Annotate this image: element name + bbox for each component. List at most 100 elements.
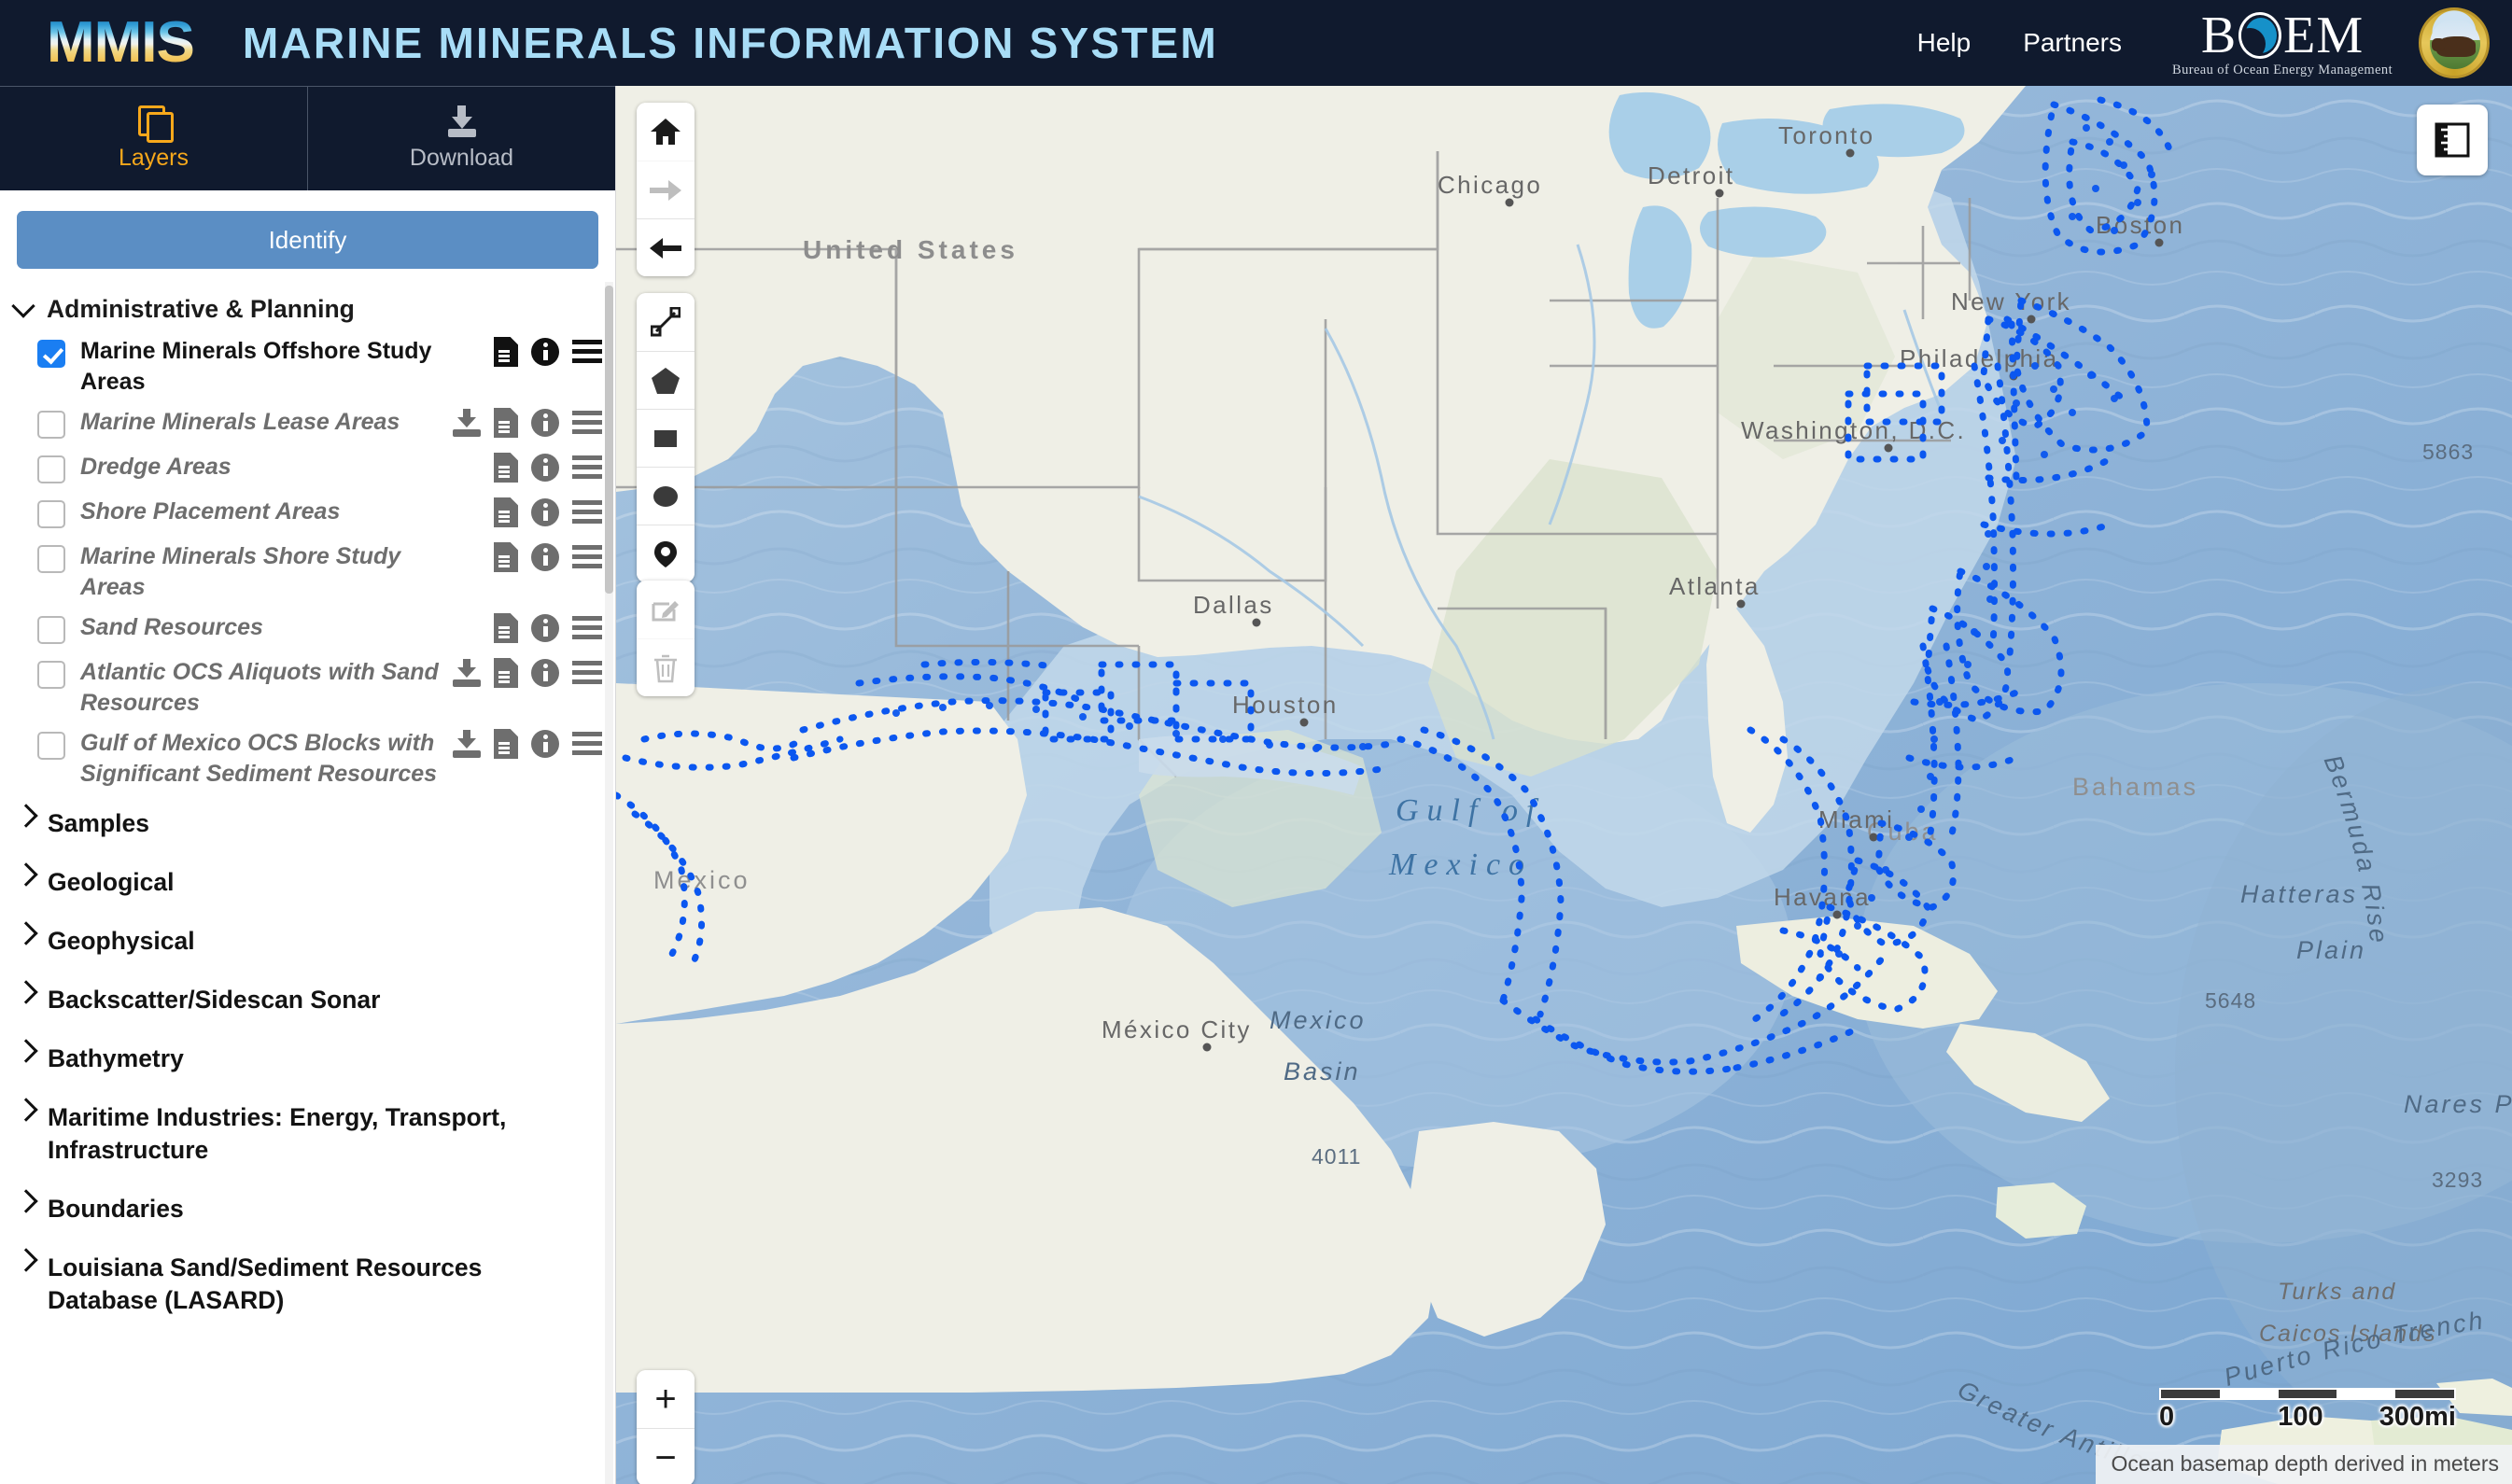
map-label-depth: 5648 bbox=[2205, 988, 2256, 1013]
info-icon[interactable] bbox=[531, 614, 559, 642]
layer-row: Dredge Areas bbox=[0, 447, 615, 492]
arrow-left-icon[interactable] bbox=[637, 218, 695, 276]
left-sidebar: Layers Download Identify Administrative … bbox=[0, 86, 616, 1484]
home-icon[interactable] bbox=[637, 103, 695, 161]
layer-checkbox[interactable] bbox=[37, 340, 65, 368]
info-icon[interactable] bbox=[531, 730, 559, 758]
map-label-city: Detroit bbox=[1648, 161, 1734, 189]
trash-icon[interactable] bbox=[637, 638, 695, 696]
boem-logo[interactable]: B E M Bureau of Ocean Energy Management bbox=[2172, 9, 2393, 77]
category-label: Geological bbox=[48, 867, 175, 896]
layer-row: Shore Placement Areas bbox=[0, 492, 615, 537]
map-label-city: Atlanta bbox=[1669, 572, 1761, 600]
group-administrative-planning[interactable]: Administrative & Planning bbox=[0, 287, 615, 331]
sidebar-category-geophysical[interactable]: Geophysical bbox=[0, 912, 615, 971]
map-label-country: Bahamas bbox=[2072, 773, 2198, 801]
map-attribution: Ocean basemap depth derived in meters bbox=[2096, 1445, 2512, 1484]
zoom-out-label: − bbox=[654, 1436, 677, 1478]
metadata-document-icon[interactable] bbox=[494, 729, 518, 759]
scalebar-label-2: 300mi bbox=[2379, 1402, 2456, 1432]
info-icon[interactable] bbox=[531, 454, 559, 482]
category-label: Maritime Industries: Energy, Transport, … bbox=[48, 1102, 507, 1164]
point-marker-icon[interactable] bbox=[637, 525, 695, 582]
info-icon[interactable] bbox=[531, 543, 559, 571]
sidebar-category-louisiana-sand-sediment-resources-database-lasard[interactable]: Louisiana Sand/Sediment Resources Databa… bbox=[0, 1239, 615, 1330]
city-marker-dot bbox=[2154, 238, 2164, 247]
hamburger-menu-icon[interactable] bbox=[572, 616, 602, 640]
category-label: Backscatter/Sidescan Sonar bbox=[48, 985, 381, 1014]
arrow-right-icon[interactable] bbox=[637, 161, 695, 218]
sidebar-category-backscatter-sidescan-sonar[interactable]: Backscatter/Sidescan Sonar bbox=[0, 971, 615, 1029]
hamburger-menu-icon[interactable] bbox=[572, 732, 602, 756]
group-title: Administrative & Planning bbox=[47, 295, 355, 323]
layer-checkbox[interactable] bbox=[37, 732, 65, 760]
download-icon[interactable] bbox=[453, 409, 481, 437]
info-icon[interactable] bbox=[531, 338, 559, 366]
sidebar-category-samples[interactable]: Samples bbox=[0, 794, 615, 853]
sidebar-category-bathymetry[interactable]: Bathymetry bbox=[0, 1029, 615, 1088]
metadata-document-icon[interactable] bbox=[494, 497, 518, 527]
info-icon[interactable] bbox=[531, 498, 559, 526]
metadata-document-icon[interactable] bbox=[494, 453, 518, 483]
city-marker-dot bbox=[1884, 443, 1893, 453]
city-marker-dot bbox=[1832, 910, 1842, 919]
layer-checkbox[interactable] bbox=[37, 616, 65, 644]
city-marker-dot bbox=[1845, 148, 1855, 158]
metadata-document-icon[interactable] bbox=[494, 337, 518, 367]
map-label-seafloor: Mexico bbox=[1270, 1006, 1367, 1034]
map-label-water: Gulf of bbox=[1396, 793, 1543, 828]
zoom-in-button[interactable]: + bbox=[637, 1370, 695, 1428]
layer-checkbox[interactable] bbox=[37, 545, 65, 573]
layer-checkbox[interactable] bbox=[37, 661, 65, 689]
map-label-seafloor: Hatteras bbox=[2240, 880, 2358, 908]
partners-link[interactable]: Partners bbox=[1997, 28, 2148, 58]
rectangle-icon[interactable] bbox=[637, 409, 695, 467]
hamburger-menu-icon[interactable] bbox=[572, 661, 602, 685]
download-icon[interactable] bbox=[453, 730, 481, 758]
layer-checkbox[interactable] bbox=[37, 411, 65, 439]
metadata-document-icon[interactable] bbox=[494, 542, 518, 572]
chevron-right-icon bbox=[14, 980, 38, 1004]
boem-letter-m: M bbox=[2316, 6, 2365, 64]
polyline-icon[interactable] bbox=[637, 293, 695, 351]
category-label: Bathymetry bbox=[48, 1043, 184, 1072]
scalebar-track bbox=[2159, 1388, 2456, 1400]
sidebar-category-geological[interactable]: Geological bbox=[0, 853, 615, 912]
layers-icon bbox=[137, 105, 174, 143]
hamburger-menu-icon[interactable] bbox=[572, 545, 602, 569]
boem-wave-o-icon bbox=[2238, 11, 2282, 59]
zoom-in-label: + bbox=[654, 1379, 677, 1420]
sidebar-category-maritime-industries-energy-transport-infrastructure[interactable]: Maritime Industries: Energy, Transport, … bbox=[0, 1088, 615, 1180]
metadata-document-icon[interactable] bbox=[494, 408, 518, 438]
edit-icon[interactable] bbox=[637, 581, 695, 638]
sidebar-category-boundaries[interactable]: Boundaries bbox=[0, 1180, 615, 1239]
zoom-out-button[interactable]: − bbox=[637, 1428, 695, 1484]
city-marker-dot bbox=[1736, 599, 1746, 609]
hamburger-menu-icon[interactable] bbox=[572, 500, 602, 525]
layer-checkbox[interactable] bbox=[37, 500, 65, 528]
tab-layers[interactable]: Layers bbox=[0, 86, 307, 190]
info-icon[interactable] bbox=[531, 409, 559, 437]
hamburger-menu-icon[interactable] bbox=[572, 455, 602, 480]
page-title: MARINE MINERALS INFORMATION SYSTEM bbox=[242, 19, 1218, 67]
city-marker-dot bbox=[1505, 198, 1514, 207]
identify-container: Identify bbox=[0, 190, 615, 282]
map-label-seafloor: Nares Plain bbox=[2404, 1090, 2512, 1118]
download-icon bbox=[446, 105, 478, 137]
help-link[interactable]: Help bbox=[1891, 28, 1998, 58]
basemap: United StatesMexicoCubaBahamasTorontoDet… bbox=[616, 86, 2512, 1484]
info-icon[interactable] bbox=[531, 659, 559, 687]
metadata-document-icon[interactable] bbox=[494, 658, 518, 688]
download-icon[interactable] bbox=[453, 659, 481, 687]
map-label-depth: 3293 bbox=[2432, 1168, 2483, 1192]
map-canvas[interactable]: United States Mexico Cuba Bahamas Toronto Det… bbox=[616, 86, 2512, 1484]
hamburger-menu-icon[interactable] bbox=[572, 411, 602, 435]
tab-download[interactable]: Download bbox=[307, 86, 615, 190]
measure-icon[interactable] bbox=[2417, 105, 2488, 175]
polygon-icon[interactable] bbox=[637, 351, 695, 409]
metadata-document-icon[interactable] bbox=[494, 613, 518, 643]
hamburger-menu-icon[interactable] bbox=[572, 340, 602, 364]
layer-checkbox[interactable] bbox=[37, 455, 65, 483]
circle-icon[interactable] bbox=[637, 467, 695, 525]
identify-button[interactable]: Identify bbox=[17, 211, 598, 269]
